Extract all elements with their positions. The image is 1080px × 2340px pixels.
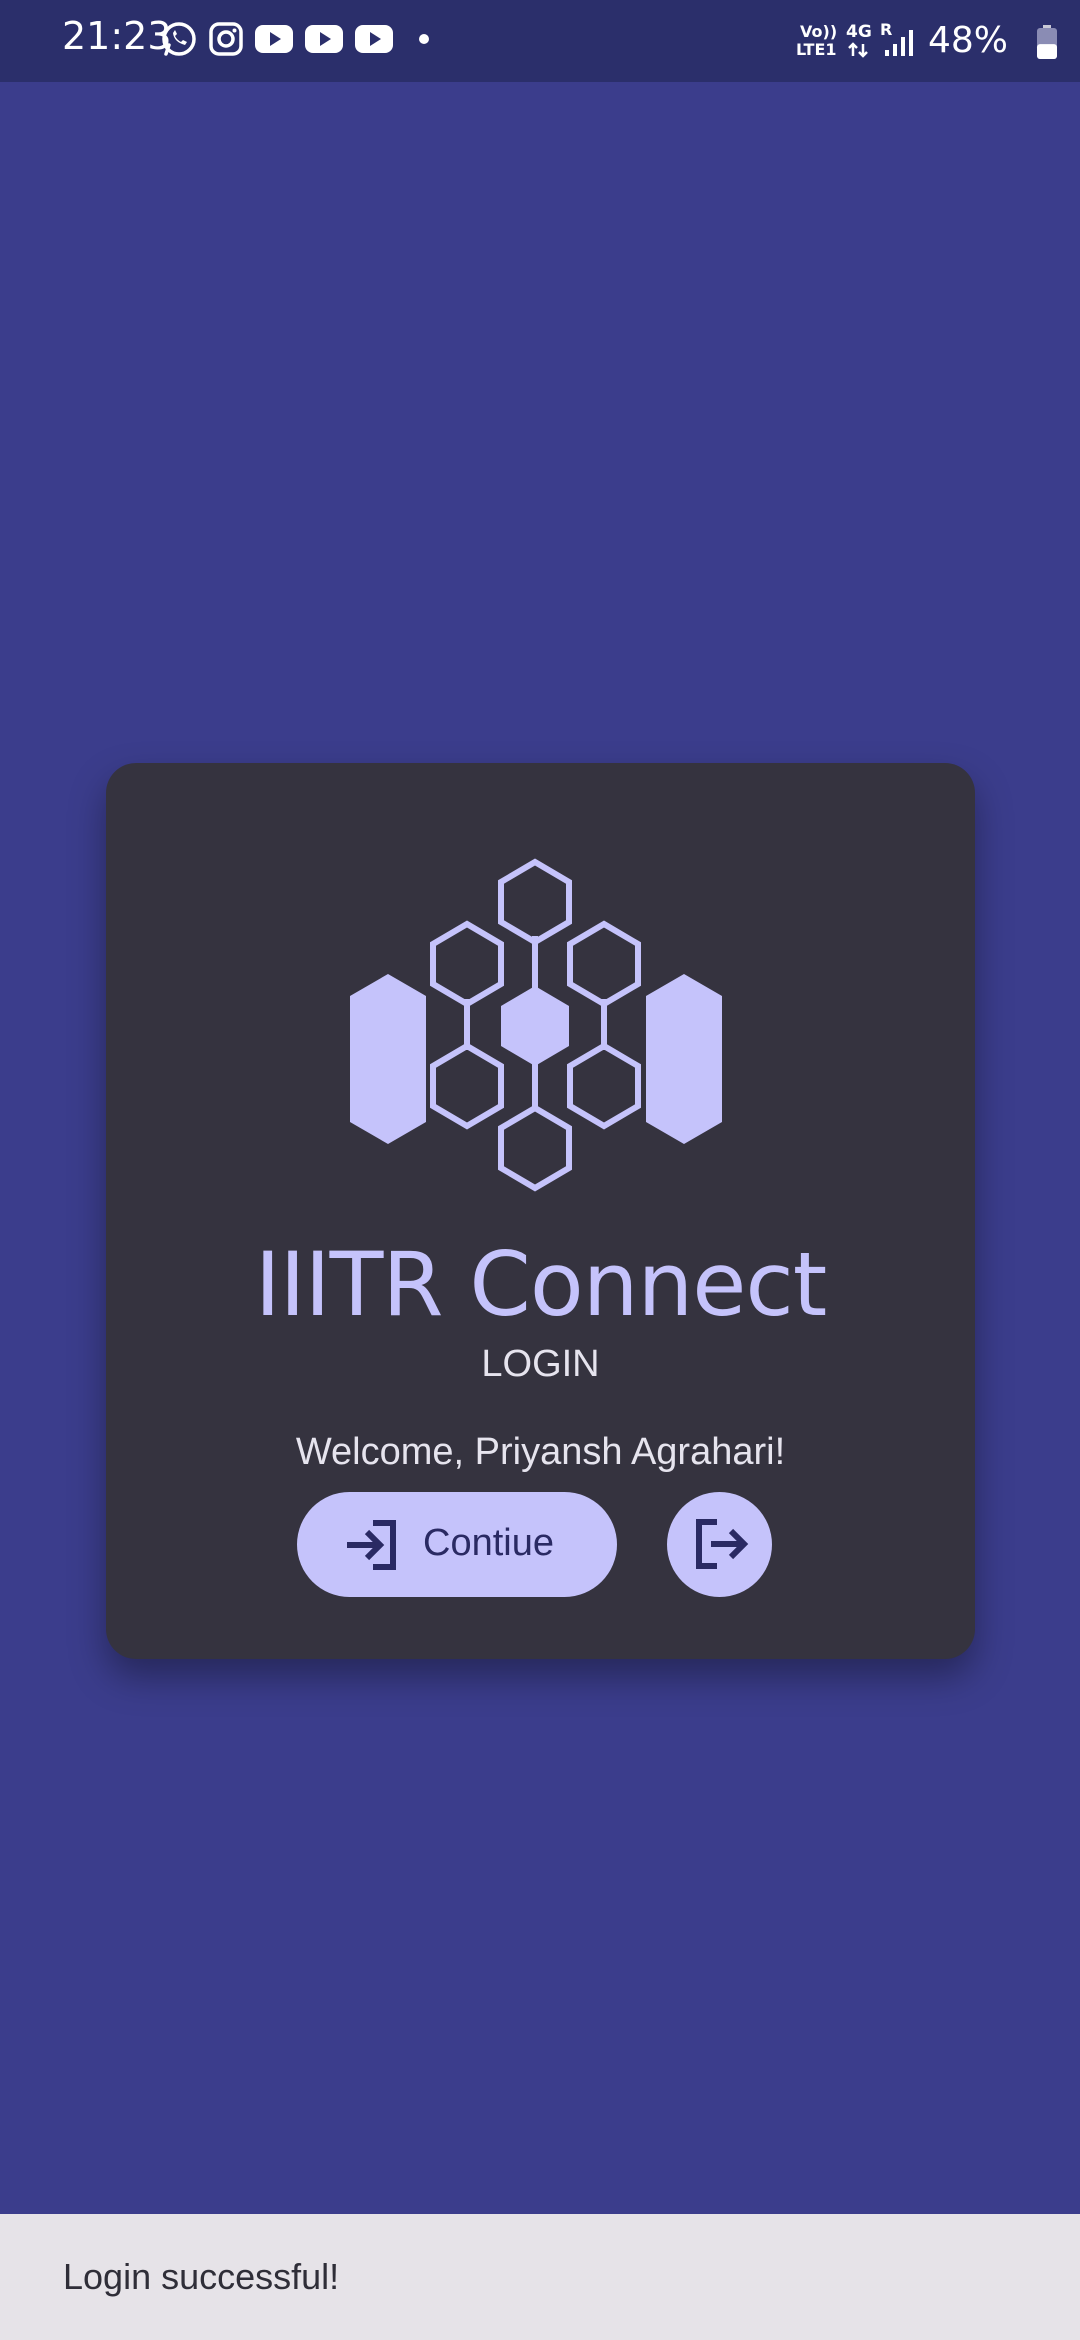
- login-icon: [343, 1519, 399, 1576]
- battery-percent: 48%: [928, 20, 1009, 61]
- volte-label-bottom: LTE1: [796, 40, 837, 59]
- dot-icon: [418, 33, 430, 45]
- continue-button-label: Contiue: [423, 1522, 554, 1564]
- youtube-icon: [354, 24, 394, 54]
- snackbar: Login successful!: [0, 2214, 1080, 2340]
- continue-button[interactable]: Contiue: [297, 1492, 617, 1597]
- youtube-icon: [304, 24, 344, 54]
- app-title: IIITR Connect: [254, 1233, 828, 1336]
- status-bar: 21:23 Vo)) LTE1 4G R 48%: [0, 0, 1080, 82]
- snackbar-message: Login successful!: [63, 2256, 340, 2297]
- battery-icon: [1036, 24, 1058, 65]
- status-time: 21:23: [62, 14, 172, 58]
- notification-icons: [160, 20, 430, 58]
- data-arrows-icon: [847, 42, 869, 63]
- screen-title: LOGIN: [481, 1343, 600, 1385]
- signal-icon: [884, 28, 914, 63]
- welcome-message: Welcome, Priyansh Agrahari!: [295, 1431, 786, 1473]
- logout-icon: [693, 1518, 749, 1575]
- instagram-icon: [208, 21, 244, 57]
- status-right-icons: Vo)) LTE1 4G R 48%: [780, 0, 1080, 82]
- network-type-label: 4G: [846, 22, 872, 42]
- login-card: IIITR Connect LOGIN Welcome, Priyansh Ag…: [106, 763, 975, 1659]
- app-logo: [349, 858, 733, 1197]
- logout-button[interactable]: [667, 1492, 772, 1597]
- whatsapp-icon: [160, 20, 198, 58]
- volte-label-top: Vo)): [800, 22, 838, 41]
- youtube-icon: [254, 24, 294, 54]
